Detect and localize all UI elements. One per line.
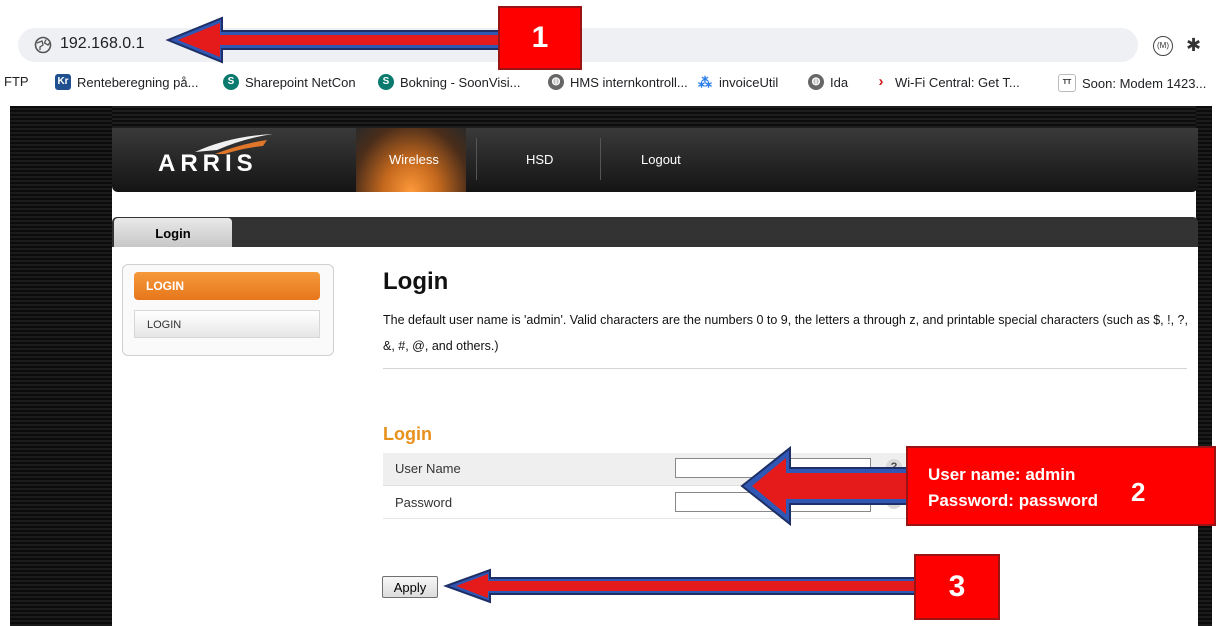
bookmark-item[interactable]: ◍ HMS internkontroll...: [548, 74, 688, 90]
bookmark-item[interactable]: Kr Renteberegning på...: [55, 74, 198, 90]
sharepoint-icon: S: [223, 74, 239, 90]
bookmark-label: Renteberegning på...: [77, 74, 199, 90]
nav-logout[interactable]: Logout: [641, 152, 681, 167]
page-description: The default user name is 'admin'. Valid …: [383, 313, 1188, 353]
apply-button[interactable]: Apply: [382, 576, 438, 598]
url-text[interactable]: 192.168.0.1: [60, 35, 145, 53]
arris-logo: ARRIS: [158, 150, 258, 177]
bookmark-label: Bokning - SoonVisi...: [400, 74, 521, 90]
nav-hsd[interactable]: HSD: [526, 152, 553, 167]
page-title: Login: [383, 268, 449, 295]
bookmark-item[interactable]: ⁂ invoiceUtil: [697, 74, 778, 90]
bookmark-item[interactable]: › Wi-Fi Central: Get T...: [873, 74, 1020, 90]
sidebar-item-login[interactable]: LOGIN: [134, 310, 320, 338]
extension-m-icon[interactable]: (M): [1153, 36, 1173, 56]
bookmark-label: Sharepoint NetCon: [245, 74, 356, 90]
bookmark-item[interactable]: ◍ Ida: [808, 74, 848, 90]
username-input[interactable]: [675, 458, 871, 478]
tab-bar: [112, 217, 1198, 247]
bookmark-item[interactable]: S Sharepoint NetCon: [223, 74, 356, 90]
invoice-icon: ⁂: [698, 74, 712, 90]
password-input[interactable]: [675, 492, 871, 512]
sharepoint-icon: S: [378, 74, 394, 90]
chevron-icon: ›: [878, 73, 884, 90]
nav-separator: [476, 138, 477, 180]
globe-icon: ◍: [548, 74, 564, 90]
callout-line-password: Password: password: [928, 491, 1099, 510]
kr-icon: Kr: [55, 74, 71, 90]
bookmark-item[interactable]: S Bokning - SoonVisi...: [378, 74, 520, 90]
page-top-background: [112, 106, 1196, 128]
sidebar-heading[interactable]: LOGIN: [134, 272, 320, 300]
help-icon[interactable]: ?: [886, 493, 902, 509]
bookmark-label: Ida: [830, 74, 849, 90]
nav-separator: [600, 138, 601, 180]
bookmark-item[interactable]: TT Soon: Modem 1423...: [1058, 74, 1206, 92]
tab-login[interactable]: Login: [114, 218, 232, 247]
bookmark-label: FTP: [4, 74, 29, 89]
annotation-callout-text: User name: admin Password: password: [928, 462, 1208, 514]
callout-line-username: User name: admin: [928, 465, 1076, 484]
page-left-background: [10, 106, 112, 626]
extensions-puzzle-icon[interactable]: ✱: [1186, 35, 1201, 56]
password-label: Password: [395, 495, 453, 510]
bookmark-label: Soon: Modem 1423...: [1082, 75, 1207, 91]
annotation-badge-1: 1: [498, 6, 582, 70]
tatek-icon: TT: [1058, 74, 1076, 92]
section-title: Login: [383, 424, 432, 444]
bookmarks-bar: FTP Kr Renteberegning på... S Sharepoint…: [0, 70, 1224, 96]
annotation-badge-3: 3: [914, 554, 1000, 620]
username-label: User Name: [395, 461, 461, 476]
annotation-badge-2: 2: [1131, 477, 1146, 507]
globe-icon: [34, 36, 52, 54]
bookmark-label: HMS internkontroll...: [570, 74, 688, 90]
page-right-background: [1196, 106, 1212, 626]
bookmark-label: Wi-Fi Central: Get T...: [895, 74, 1020, 90]
divider: [383, 368, 1187, 369]
nav-wireless[interactable]: Wireless: [389, 152, 439, 167]
bookmark-label: invoiceUtil: [719, 74, 779, 90]
help-icon[interactable]: ?: [886, 459, 902, 475]
bookmark-item[interactable]: FTP: [4, 74, 29, 89]
globe-icon: ◍: [808, 74, 824, 90]
